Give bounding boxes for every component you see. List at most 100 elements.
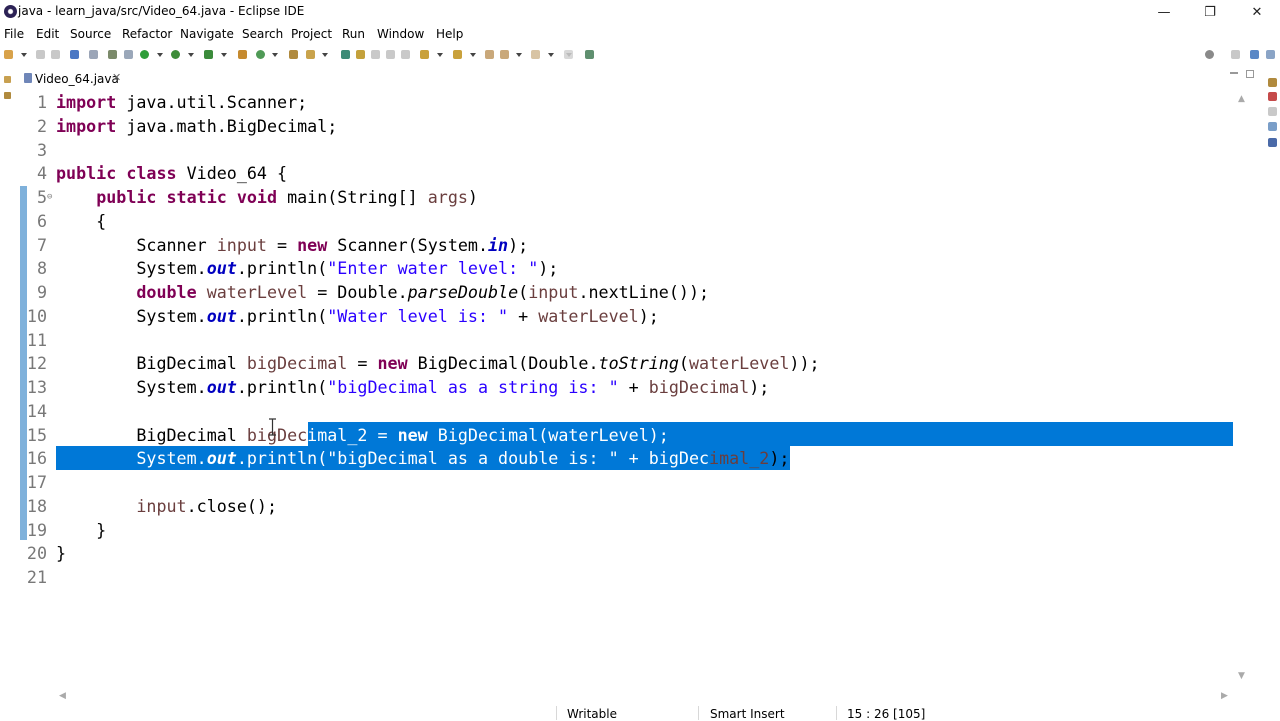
search-icon[interactable] bbox=[1205, 50, 1214, 59]
code-line[interactable]: 11 bbox=[0, 328, 1240, 352]
coverage-icon[interactable] bbox=[171, 50, 180, 59]
perspective-java-ee-icon[interactable] bbox=[1231, 50, 1240, 59]
javadoc-icon[interactable] bbox=[1268, 107, 1277, 116]
problems-icon[interactable] bbox=[1268, 92, 1277, 101]
status-bar: Writable Smart Insert 15 : 26 [105] bbox=[0, 704, 1280, 721]
toggle-mark-occurrences-icon[interactable] bbox=[341, 50, 350, 59]
tab-close-icon[interactable]: ✕ bbox=[112, 71, 121, 84]
line-number: 2 bbox=[36, 115, 47, 136]
new-class-dropdown-icon[interactable] bbox=[272, 53, 278, 57]
code-line[interactable]: 2 import java.math.BigDecimal; bbox=[0, 114, 1240, 138]
restore-button[interactable]: ❐ bbox=[1187, 0, 1233, 24]
last-edit-location-icon[interactable] bbox=[485, 50, 494, 59]
menu-edit[interactable]: Edit bbox=[36, 27, 59, 41]
code-line[interactable]: 3 bbox=[0, 138, 1240, 162]
show-selected-element-icon[interactable] bbox=[401, 50, 410, 59]
code-line[interactable]: 9 double waterLevel = Double.parseDouble… bbox=[0, 280, 1240, 304]
pin-editor-dropdown-icon[interactable] bbox=[566, 53, 572, 57]
code-line[interactable]: 16 System.out.println("bigDecimal as a d… bbox=[0, 446, 1240, 470]
console-view-icon[interactable] bbox=[1268, 138, 1277, 147]
scroll-right-arrow-icon[interactable]: ▶ bbox=[1221, 691, 1228, 701]
status-insert-mode[interactable]: Smart Insert bbox=[710, 707, 785, 721]
code-line[interactable]: 10 System.out.println("Water level is: "… bbox=[0, 304, 1240, 328]
new-icon[interactable] bbox=[4, 50, 13, 59]
code-line[interactable]: 1 import java.util.Scanner; bbox=[0, 90, 1240, 114]
code-line[interactable]: 5 ⊖ public static void main(String[] args… bbox=[0, 185, 1240, 209]
status-writable: Writable bbox=[567, 707, 617, 721]
save-icon[interactable] bbox=[36, 50, 45, 59]
menu-help[interactable]: Help bbox=[436, 27, 463, 41]
forward-icon[interactable] bbox=[531, 50, 540, 59]
debug-dropdown-icon[interactable] bbox=[124, 50, 133, 59]
word-wrap-icon[interactable] bbox=[371, 50, 380, 59]
menu-run[interactable]: Run bbox=[342, 27, 365, 41]
outline-icon[interactable] bbox=[1268, 78, 1277, 87]
next-annotation-icon[interactable] bbox=[420, 50, 429, 59]
line-number: 3 bbox=[36, 139, 47, 160]
menu-file[interactable]: File bbox=[4, 27, 24, 41]
maximize-editor-icon[interactable] bbox=[1246, 70, 1254, 78]
perspective-debug-icon[interactable] bbox=[1266, 50, 1275, 59]
minimize-button[interactable]: — bbox=[1141, 0, 1187, 24]
new-java-project-icon[interactable] bbox=[238, 50, 247, 59]
show-whitespace-icon[interactable] bbox=[386, 50, 395, 59]
title-bar: java - learn_java/src/Video_64.java - Ec… bbox=[0, 0, 1280, 24]
coverage-dropdown-icon[interactable] bbox=[188, 53, 194, 57]
code-line[interactable]: 6 { bbox=[0, 209, 1240, 233]
debug-icon[interactable] bbox=[108, 50, 117, 59]
line-number: 20 bbox=[26, 543, 47, 564]
code-line[interactable]: 15 BigDecimal bigDecimal_2 = new BigDeci… bbox=[0, 423, 1240, 447]
code-line[interactable]: 19 } bbox=[0, 518, 1240, 542]
skip-breakpoints-icon[interactable] bbox=[89, 50, 98, 59]
menu-window[interactable]: Window bbox=[377, 27, 424, 41]
open-type-icon[interactable] bbox=[289, 50, 298, 59]
toggle-block-selection-icon[interactable] bbox=[356, 50, 365, 59]
code-text: System.out.println("bigDecimal as a doub… bbox=[56, 448, 790, 469]
editor-tab-video-64[interactable]: Video_64.java bbox=[35, 72, 119, 86]
menu-refactor[interactable]: Refactor bbox=[122, 27, 172, 41]
new-class-icon[interactable] bbox=[256, 50, 265, 59]
code-line[interactable]: 21 bbox=[0, 565, 1240, 589]
external-tools-dropdown-icon[interactable] bbox=[221, 53, 227, 57]
search-tool-icon[interactable] bbox=[306, 50, 315, 59]
code-line[interactable]: 8 System.out.println("Enter water level:… bbox=[0, 256, 1240, 280]
new-dropdown-icon[interactable] bbox=[21, 53, 27, 57]
search-dropdown-icon[interactable] bbox=[322, 53, 328, 57]
save-all-icon[interactable] bbox=[51, 50, 60, 59]
console-icon[interactable] bbox=[70, 50, 79, 59]
forward-dropdown-icon[interactable] bbox=[548, 53, 554, 57]
external-tools-icon[interactable] bbox=[204, 50, 213, 59]
code-line[interactable]: 7 Scanner input = new Scanner(System.in)… bbox=[0, 233, 1240, 257]
code-text: double waterLevel = Double.parseDouble(i… bbox=[136, 282, 710, 302]
code-line[interactable]: 4 public class Video_64 { bbox=[0, 161, 1240, 185]
perspective-java-icon[interactable] bbox=[1250, 50, 1259, 59]
code-line[interactable]: 12 BigDecimal bigDecimal = new BigDecima… bbox=[0, 351, 1240, 375]
previous-annotation-icon[interactable] bbox=[453, 50, 462, 59]
code-editor[interactable]: 1 import java.util.Scanner; 2 import java.m… bbox=[0, 90, 1240, 690]
scroll-left-arrow-icon[interactable]: ◀ bbox=[59, 691, 66, 701]
menu-source[interactable]: Source bbox=[70, 27, 111, 41]
minimize-editor-icon[interactable] bbox=[1230, 72, 1238, 74]
run-icon[interactable] bbox=[140, 50, 149, 59]
declaration-icon[interactable] bbox=[1268, 122, 1277, 131]
run-dropdown-icon[interactable] bbox=[157, 53, 163, 57]
back-dropdown-icon[interactable] bbox=[516, 53, 522, 57]
fold-toggle-icon[interactable]: ⊖ bbox=[47, 185, 52, 209]
back-icon[interactable] bbox=[500, 50, 509, 59]
scroll-down-arrow-icon[interactable]: ▼ bbox=[1238, 671, 1245, 681]
code-line[interactable]: 20} bbox=[0, 541, 1240, 565]
menu-project[interactable]: Project bbox=[291, 27, 332, 41]
code-line[interactable]: 18 input.close(); bbox=[0, 494, 1240, 518]
menu-search[interactable]: Search bbox=[242, 27, 283, 41]
code-text: input.close(); bbox=[136, 495, 278, 516]
close-window-button[interactable]: ✕ bbox=[1234, 0, 1280, 24]
open-perspective-icon[interactable] bbox=[585, 50, 594, 59]
code-line[interactable]: 17 bbox=[0, 470, 1240, 494]
next-annotation-dropdown-icon[interactable] bbox=[437, 53, 443, 57]
menu-navigate[interactable]: Navigate bbox=[180, 27, 234, 41]
code-line[interactable]: 14 bbox=[0, 399, 1240, 423]
scroll-up-arrow-icon[interactable]: ▲ bbox=[1238, 94, 1245, 104]
previous-annotation-dropdown-icon[interactable] bbox=[470, 53, 476, 57]
window-title: java - learn_java/src/Video_64.java - Ec… bbox=[18, 4, 305, 18]
code-line[interactable]: 13 System.out.println("bigDecimal as a s… bbox=[0, 375, 1240, 399]
